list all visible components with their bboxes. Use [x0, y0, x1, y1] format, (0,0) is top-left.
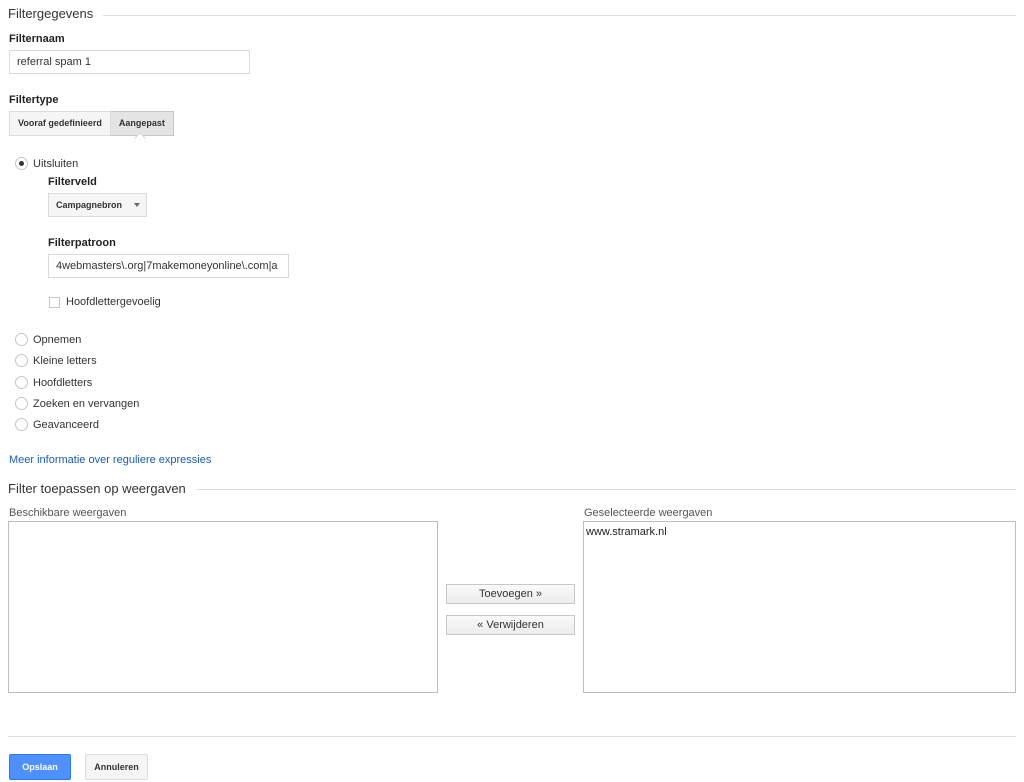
radio-include-label: Opnemen — [33, 333, 82, 346]
radio-include[interactable]: Opnemen — [15, 333, 81, 346]
regex-help-link[interactable]: Meer informatie over reguliere expressie… — [9, 454, 211, 466]
radio-uppercase[interactable]: Hoofdletters — [15, 376, 92, 389]
filter-pattern-label: Filterpatroon — [48, 237, 116, 249]
radio-unchecked-icon — [15, 354, 28, 367]
section-title-apply: Filter toepassen op weergaven — [8, 481, 196, 496]
radio-search-replace-label: Zoeken en vervangen — [33, 397, 140, 410]
footer-divider — [8, 736, 1016, 737]
section-divider-filter-data — [8, 15, 1016, 16]
filter-name-input[interactable]: referral spam 1 — [9, 50, 250, 74]
cancel-button[interactable]: Annuleren — [85, 754, 148, 780]
filter-type-label: Filtertype — [9, 94, 59, 106]
section-title-filter-data: Filtergegevens — [8, 6, 104, 21]
case-sensitive-label: Hoofdlettergevoelig — [66, 296, 161, 308]
list-item[interactable]: www.stramark.nl — [586, 525, 1013, 539]
radio-advanced[interactable]: Geavanceerd — [15, 418, 99, 431]
available-views-list[interactable] — [8, 521, 438, 693]
radio-lowercase-label: Kleine letters — [33, 354, 97, 367]
filter-field-value: Campagnebron — [56, 200, 123, 210]
radio-checked-icon — [15, 157, 28, 170]
selected-views-list[interactable]: www.stramark.nl — [583, 521, 1016, 693]
radio-unchecked-icon — [15, 333, 28, 346]
filter-type-tabs: Vooraf gedefinieerd Aangepast — [9, 111, 174, 136]
filter-field-dropdown[interactable]: Campagnebron — [48, 193, 147, 217]
radio-exclude[interactable]: Uitsluiten — [15, 157, 78, 170]
filter-pattern-input[interactable]: 4webmasters\.org|7makemoneyonline\.com|a — [48, 254, 289, 278]
radio-unchecked-icon — [15, 397, 28, 410]
filter-name-label: Filternaam — [9, 33, 65, 45]
add-view-button[interactable]: Toevoegen » — [446, 584, 575, 604]
save-button[interactable]: Opslaan — [9, 754, 71, 780]
radio-advanced-label: Geavanceerd — [33, 418, 100, 431]
available-views-label: Beschikbare weergaven — [9, 507, 127, 519]
chevron-down-icon — [134, 203, 141, 207]
remove-view-button[interactable]: « Verwijderen — [446, 615, 575, 635]
selected-views-label: Geselecteerde weergaven — [584, 507, 713, 519]
radio-exclude-label: Uitsluiten — [33, 157, 79, 170]
case-sensitive-row[interactable]: Hoofdlettergevoelig — [49, 296, 161, 308]
radio-unchecked-icon — [15, 418, 28, 431]
case-sensitive-checkbox[interactable] — [49, 296, 60, 308]
radio-uppercase-label: Hoofdletters — [33, 376, 93, 389]
radio-unchecked-icon — [15, 376, 28, 389]
radio-lowercase[interactable]: Kleine letters — [15, 354, 97, 367]
radio-search-replace[interactable]: Zoeken en vervangen — [15, 397, 139, 410]
tab-predefined[interactable]: Vooraf gedefinieerd — [9, 111, 111, 136]
filter-field-label: Filterveld — [48, 176, 97, 188]
tab-custom[interactable]: Aangepast — [110, 111, 174, 136]
